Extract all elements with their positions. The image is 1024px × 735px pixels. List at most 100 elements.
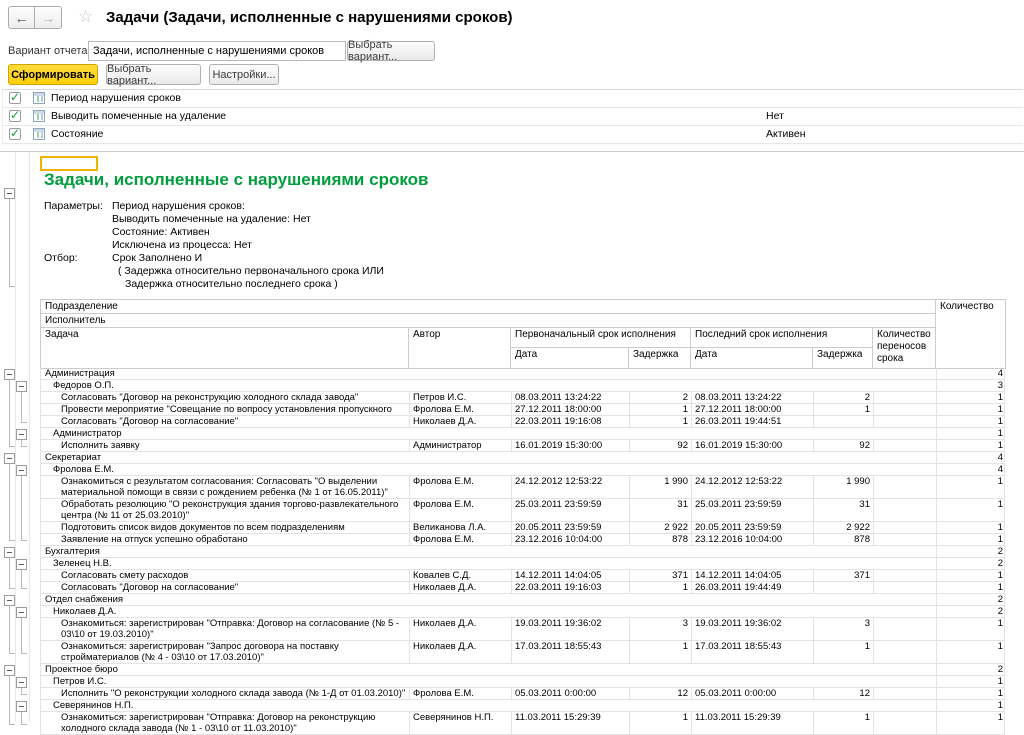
perenosy-cell <box>873 641 936 663</box>
first-term-date-cell: 14.12.2011 14:04:05 <box>511 570 629 581</box>
author-cell: Администратор <box>409 440 511 451</box>
task-row[interactable]: Исполнить заявку Администратор 16.01.2019 … <box>40 440 1005 452</box>
collapse-toggle[interactable] <box>16 701 27 712</box>
task-row[interactable]: Подготовить список видов документов по в… <box>40 522 1005 534</box>
author-cell: Петров И.С. <box>409 392 511 403</box>
task-row[interactable]: Согласовать "Договор на согласование" Ник… <box>40 416 1005 428</box>
task-row[interactable]: Заявление на отпуск успешно обработано Фр… <box>40 534 1005 546</box>
author-cell: Николаев Д.А. <box>409 618 511 640</box>
perenosy-cell <box>873 440 936 451</box>
grouping-line <box>21 652 27 654</box>
count-cell: 1 <box>936 392 1006 403</box>
task-cell: Согласовать смету расходов <box>61 570 189 581</box>
last-term-date-cell: 16.01.2019 15:30:00 <box>691 440 813 451</box>
grouping-line <box>9 380 10 446</box>
grouping-line <box>21 723 27 725</box>
first-term-date-cell: 11.03.2011 15:29:39 <box>511 712 629 734</box>
task-row[interactable]: Согласовать "Договор на согласование" Ник… <box>40 582 1005 594</box>
count-cell: 3 <box>936 380 1006 391</box>
last-term-date-cell: 17.03.2011 18:55:43 <box>691 641 813 663</box>
perenosy-cell <box>873 618 936 640</box>
last-term-date-cell: 20.05.2011 23:59:59 <box>691 522 813 533</box>
task-cell: Провести мероприятие "Совещание по вопро… <box>61 404 392 415</box>
task-row[interactable]: Ознакомиться: зарегистрирован "Отправка:… <box>40 712 1005 735</box>
first-term-date-cell: 20.05.2011 23:59:59 <box>511 522 629 533</box>
task-cell: Ознакомиться: зарегистрирован "Отправка:… <box>61 712 376 734</box>
last-term-delay-cell: 1 990 <box>813 476 873 498</box>
group-row[interactable]: Зеленец Н.В. 2 <box>40 558 1005 570</box>
group-row[interactable]: Администратор 1 <box>40 428 1005 440</box>
first-term-delay-cell: 92 <box>629 440 691 451</box>
author-cell: Николаев Д.А. <box>409 416 511 427</box>
group-row[interactable]: Николаев Д.А. 2 <box>40 606 1005 618</box>
group-row[interactable]: Северянинов Н.П. 1 <box>40 700 1005 712</box>
collapse-toggle[interactable] <box>4 595 15 606</box>
task-row[interactable]: Согласовать "Договор на реконструкцию хо… <box>40 392 1005 404</box>
task-cell: Заявление на отпуск успешно обработано <box>61 534 248 545</box>
perenosy-cell <box>873 404 936 415</box>
author-cell: Фролова Е.М. <box>409 688 511 699</box>
grouping-line <box>9 446 15 447</box>
last-term-date-cell: 23.12.2016 10:04:00 <box>691 534 813 545</box>
grouping-line <box>9 464 10 540</box>
count-cell: 1 <box>936 618 1006 640</box>
count-cell: 1 <box>936 676 1006 687</box>
first-term-date-cell: 25.03.2011 23:59:59 <box>511 499 629 521</box>
task-row[interactable]: Обработать резолюцию "О реконструкция зд… <box>40 499 1005 522</box>
report-table-body: Администрация 4 Федоров О.П. 3 Согласовать "… <box>0 0 1024 735</box>
grouping-line <box>21 422 27 423</box>
department-label: Отдел снабжения <box>45 594 124 605</box>
group-row[interactable]: Секретариат 4 <box>40 452 1005 464</box>
task-cell: Ознакомиться с результатом согласования:… <box>61 476 388 498</box>
collapse-toggle[interactable] <box>4 547 15 558</box>
group-row[interactable]: Федоров О.П. 3 <box>40 380 1005 392</box>
count-cell: 2 <box>936 546 1006 557</box>
last-term-delay-cell: 2 922 <box>813 522 873 533</box>
grouping-line <box>21 476 22 540</box>
collapse-toggle[interactable] <box>16 429 27 440</box>
group-row[interactable]: Фролова Е.М. 4 <box>40 464 1005 476</box>
group-row[interactable]: Отдел снабжения 2 <box>40 594 1005 606</box>
count-cell: 1 <box>936 712 1006 734</box>
author-cell: Ковалев С.Д. <box>409 570 511 581</box>
task-row[interactable]: Исполнить "О реконструкции холодного скл… <box>40 688 1005 700</box>
last-term-delay-cell <box>813 416 873 427</box>
first-term-delay-cell: 3 <box>629 618 691 640</box>
count-cell: 1 <box>936 641 1006 663</box>
grouping-line <box>9 723 15 725</box>
last-term-delay-cell: 31 <box>813 499 873 521</box>
count-cell: 1 <box>936 700 1006 711</box>
first-term-delay-cell: 371 <box>629 570 691 581</box>
collapse-toggle[interactable] <box>16 465 27 476</box>
department-label: Бухгалтерия <box>45 546 100 557</box>
first-term-date-cell: 08.03.2011 13:24:22 <box>511 392 629 403</box>
collapse-toggle[interactable] <box>16 559 27 570</box>
first-term-date-cell: 19.03.2011 19:36:02 <box>511 618 629 640</box>
task-row[interactable]: Ознакомиться: зарегистрирован "Запрос до… <box>40 641 1005 664</box>
first-term-delay-cell: 12 <box>629 688 691 699</box>
task-row[interactable]: Согласовать смету расходов Ковалев С.Д. 14… <box>40 570 1005 582</box>
collapse-toggle[interactable] <box>16 677 27 688</box>
group-row[interactable]: Проектное бюро 2 <box>40 664 1005 676</box>
task-cell: Подготовить список видов документов по в… <box>61 522 345 533</box>
group-row[interactable]: Администрация 4 <box>40 368 1005 380</box>
count-cell: 1 <box>936 404 1006 415</box>
last-term-date-cell: 26.03.2011 19:44:49 <box>691 582 813 593</box>
collapse-toggle[interactable] <box>4 369 15 380</box>
last-term-date-cell: 14.12.2011 14:04:05 <box>691 570 813 581</box>
collapse-toggle[interactable] <box>16 607 27 618</box>
collapse-toggle[interactable] <box>16 381 27 392</box>
collapse-toggle[interactable] <box>4 453 15 464</box>
first-term-delay-cell: 878 <box>629 534 691 545</box>
author-cell: Николаев Д.А. <box>409 582 511 593</box>
group-row[interactable]: Бухгалтерия 2 <box>40 546 1005 558</box>
task-cell: Ознакомиться: зарегистрирован "Запрос до… <box>61 641 339 663</box>
last-term-date-cell: 05.03.2011 0:00:00 <box>691 688 813 699</box>
group-row[interactable]: Петров И.С. 1 <box>40 676 1005 688</box>
task-row[interactable]: Провести мероприятие "Совещание по вопро… <box>40 404 1005 416</box>
last-term-delay-cell: 1 <box>813 404 873 415</box>
collapse-toggle[interactable] <box>4 665 15 676</box>
grouping-line <box>9 652 15 654</box>
task-row[interactable]: Ознакомиться: зарегистрирован "Отправка:… <box>40 618 1005 641</box>
task-row[interactable]: Ознакомиться с результатом согласования:… <box>40 476 1005 499</box>
